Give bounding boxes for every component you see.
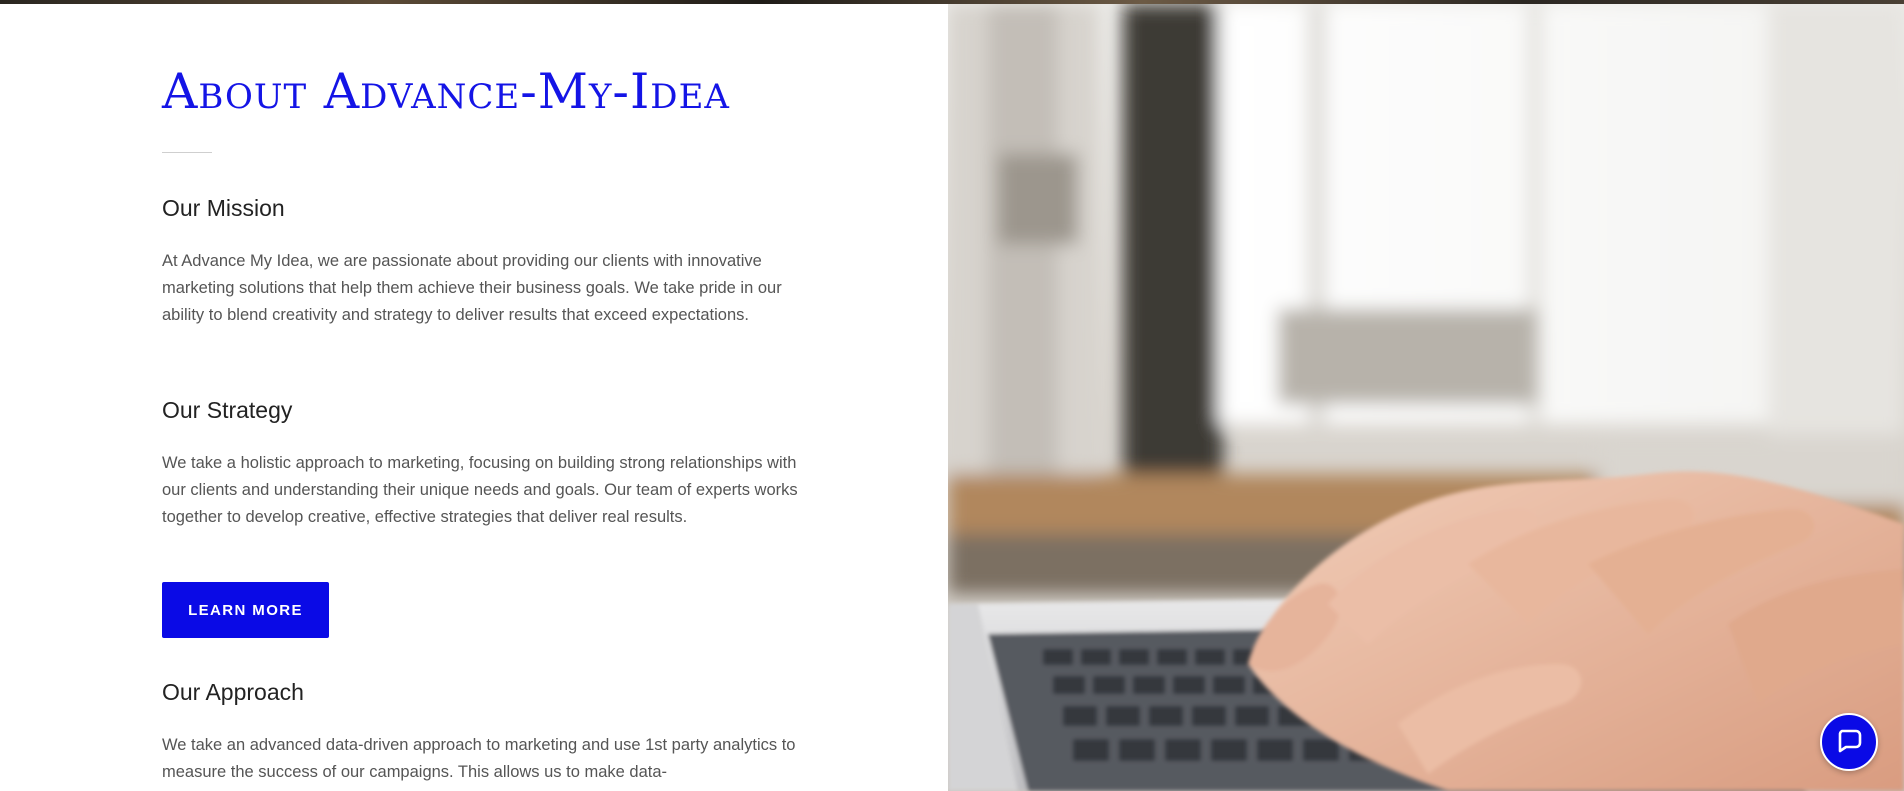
mission-heading: Our Mission (162, 195, 285, 221)
approach-text: We take an advanced data-driven approach… (162, 736, 796, 781)
page-title: About Advance-My-Idea (162, 63, 730, 120)
strategy-text: We take a holistic approach to marketing… (162, 454, 798, 526)
strategy-heading: Our Strategy (162, 397, 293, 423)
learn-more-button[interactable]: LEARN MORE (162, 582, 329, 638)
chat-button[interactable] (1820, 713, 1878, 771)
mission-text: At Advance My Idea, we are passionate ab… (162, 252, 782, 324)
hero-image-laptop-typing (948, 4, 1904, 791)
chat-bubble-icon (1834, 725, 1864, 760)
title-divider (162, 152, 212, 153)
approach-heading: Our Approach (162, 679, 304, 705)
